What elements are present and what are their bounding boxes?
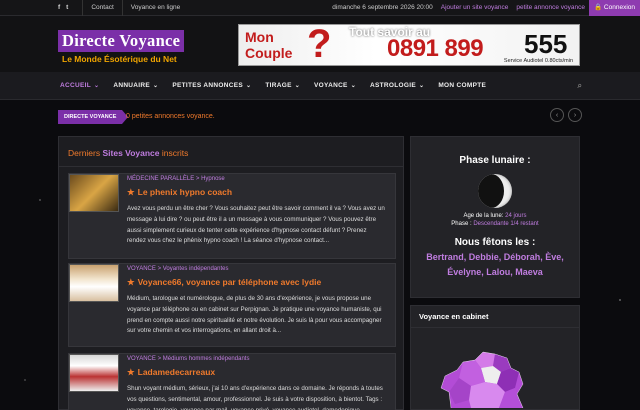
site-description: Avez vous perdu un être cher ? Vous souh… — [127, 205, 385, 245]
moon-phase: Phase : Descendante 1/4 restant — [451, 221, 539, 227]
feast-names: Bertrand, Debbie, Déborah, Ève, Évelyne,… — [426, 252, 564, 277]
nav-item-astrologie[interactable]: ASTROLOGIE ⌄ — [370, 82, 424, 89]
twitter-icon[interactable]: t — [66, 4, 68, 11]
search-icon[interactable]: ⌕ — [578, 81, 582, 91]
nav-item-tirage[interactable]: TIRAGE ⌄ — [265, 82, 300, 89]
ticker-arrows: ‹ › — [550, 108, 582, 122]
nav-item-annuaire[interactable]: ANNUAIRE ⌄ — [113, 82, 158, 89]
cabinet-map-widget: Voyance en cabinet — [410, 305, 580, 410]
cabinet-title: Voyance en cabinet — [411, 306, 579, 328]
chevron-right-icon[interactable]: › — [568, 108, 582, 122]
small-ad-link[interactable]: petite annonce voyance — [512, 4, 589, 11]
list-item[interactable]: MÉDECINE PARALLÈLE > Hypnose ★ Le phenix … — [68, 173, 396, 259]
latest-sites-panel: Derniers Sites Voyance inscrits MÉDECINE… — [58, 136, 404, 410]
top-divider — [121, 0, 123, 16]
feast-title: Nous fêtons les : — [454, 237, 536, 248]
star-icon: ★ — [127, 187, 135, 197]
logo-subtitle: Le Monde Ésotérique du Net — [62, 54, 177, 64]
chevron-down-icon: ⌄ — [419, 83, 425, 89]
site-description: Shun voyant médium, sérieux, j'ai 10 ans… — [127, 385, 383, 410]
list-item[interactable]: VOYANCE > Voyantes indépendantes ★ Voyanc… — [68, 263, 396, 347]
chevron-left-icon[interactable]: ‹ — [550, 108, 564, 122]
banner-mon-couple: Mon Couple — [245, 29, 293, 61]
banner-short-number: 555 — [524, 29, 568, 59]
site-category[interactable]: MÉDECINE PARALLÈLE > Hypnose — [127, 176, 225, 182]
site-logo[interactable]: Directe Voyance Le Monde Ésotérique du N… — [58, 30, 185, 64]
current-date: dimanche 6 septembre 2026 20:00 — [332, 4, 433, 11]
chevron-down-icon: ⌄ — [94, 83, 100, 89]
banner-phone-number: 0891 899 — [387, 35, 484, 62]
login-button[interactable]: 🔒 Connexion — [589, 0, 640, 16]
moon-icon — [478, 174, 512, 208]
top-divider — [82, 0, 84, 16]
site-title[interactable]: ★ Voyance66, voyance par téléphone avec l… — [127, 277, 321, 288]
star-icon: ★ — [127, 277, 135, 287]
ticker-text[interactable]: 0 petites annonces voyance. — [126, 113, 215, 120]
panel-title: Derniers Sites Voyance inscrits — [59, 137, 403, 167]
site-title[interactable]: ★ Ladamedecarreaux — [127, 367, 215, 378]
nav-item-mon-compte[interactable]: MON COMPTE — [438, 82, 486, 89]
site-category[interactable]: VOYANCE > Médiums hommes indépendants — [127, 356, 249, 362]
site-thumbnail[interactable] — [69, 264, 119, 302]
site-thumbnail[interactable] — [69, 354, 119, 392]
site-description: Médium, tarologue et numérologue, de plu… — [127, 295, 382, 335]
ticker-tag: DIRECTE VOYANCE — [58, 110, 129, 124]
news-ticker: DIRECTE VOYANCE 0 petites annonces voyan… — [0, 100, 640, 134]
logo-title: Directe Voyance — [58, 30, 185, 52]
nav-item-voyance[interactable]: VOYANCE ⌄ — [314, 82, 356, 89]
online-link[interactable]: Voyance en ligne — [131, 4, 181, 11]
chevron-down-icon: ⌄ — [153, 83, 159, 89]
main-nav: ACCUEIL ⌄ ANNUAIRE ⌄ PETITES ANNONCES ⌄ TIR… — [0, 72, 640, 100]
banner-audiotel: Service Audiotel 0.80cts/min — [503, 58, 573, 64]
facebook-icon[interactable]: f — [58, 4, 60, 11]
chevron-down-icon: ⌄ — [350, 83, 357, 89]
contact-link[interactable]: Contact — [91, 4, 113, 11]
chevron-down-icon: ⌄ — [294, 83, 301, 89]
ad-banner[interactable]: Mon Couple ? Tout savoir au 0891 899 555 … — [238, 24, 580, 66]
login-label: Connexion — [603, 3, 635, 11]
site-category[interactable]: VOYANCE > Voyantes indépendantes — [127, 266, 228, 272]
add-site-link[interactable]: Ajouter un site voyance — [437, 4, 513, 11]
moon-title: Phase lunaire : — [459, 155, 531, 166]
chevron-down-icon: ⌄ — [246, 83, 252, 89]
site-title[interactable]: ★ Le phenix hypno coach — [127, 187, 232, 198]
top-right: dimanche 6 septembre 2026 20:00 Ajouter … — [328, 0, 640, 16]
nav-item-accueil[interactable]: ACCUEIL ⌄ — [60, 82, 99, 89]
site-thumbnail[interactable] — [69, 174, 119, 212]
france-map[interactable] — [411, 328, 579, 408]
header: Directe Voyance Le Monde Ésotérique du N… — [0, 16, 640, 72]
top-bar: f t Contact Voyance en ligne dimanche 6 … — [0, 0, 640, 16]
moon-phase-widget: Phase lunaire : Age de la lune: 24 jours… — [410, 136, 580, 298]
list-item[interactable]: VOYANCE > Médiums hommes indépendants ★ L… — [68, 353, 396, 410]
nav-item-petites-annonces[interactable]: PETITES ANNONCES ⌄ — [172, 82, 251, 89]
banner-question-mark: ? — [307, 24, 332, 66]
moon-age: Age de la lune: 24 jours — [463, 213, 527, 219]
star-icon: ★ — [127, 367, 135, 377]
lock-icon: 🔒 — [594, 3, 603, 11]
